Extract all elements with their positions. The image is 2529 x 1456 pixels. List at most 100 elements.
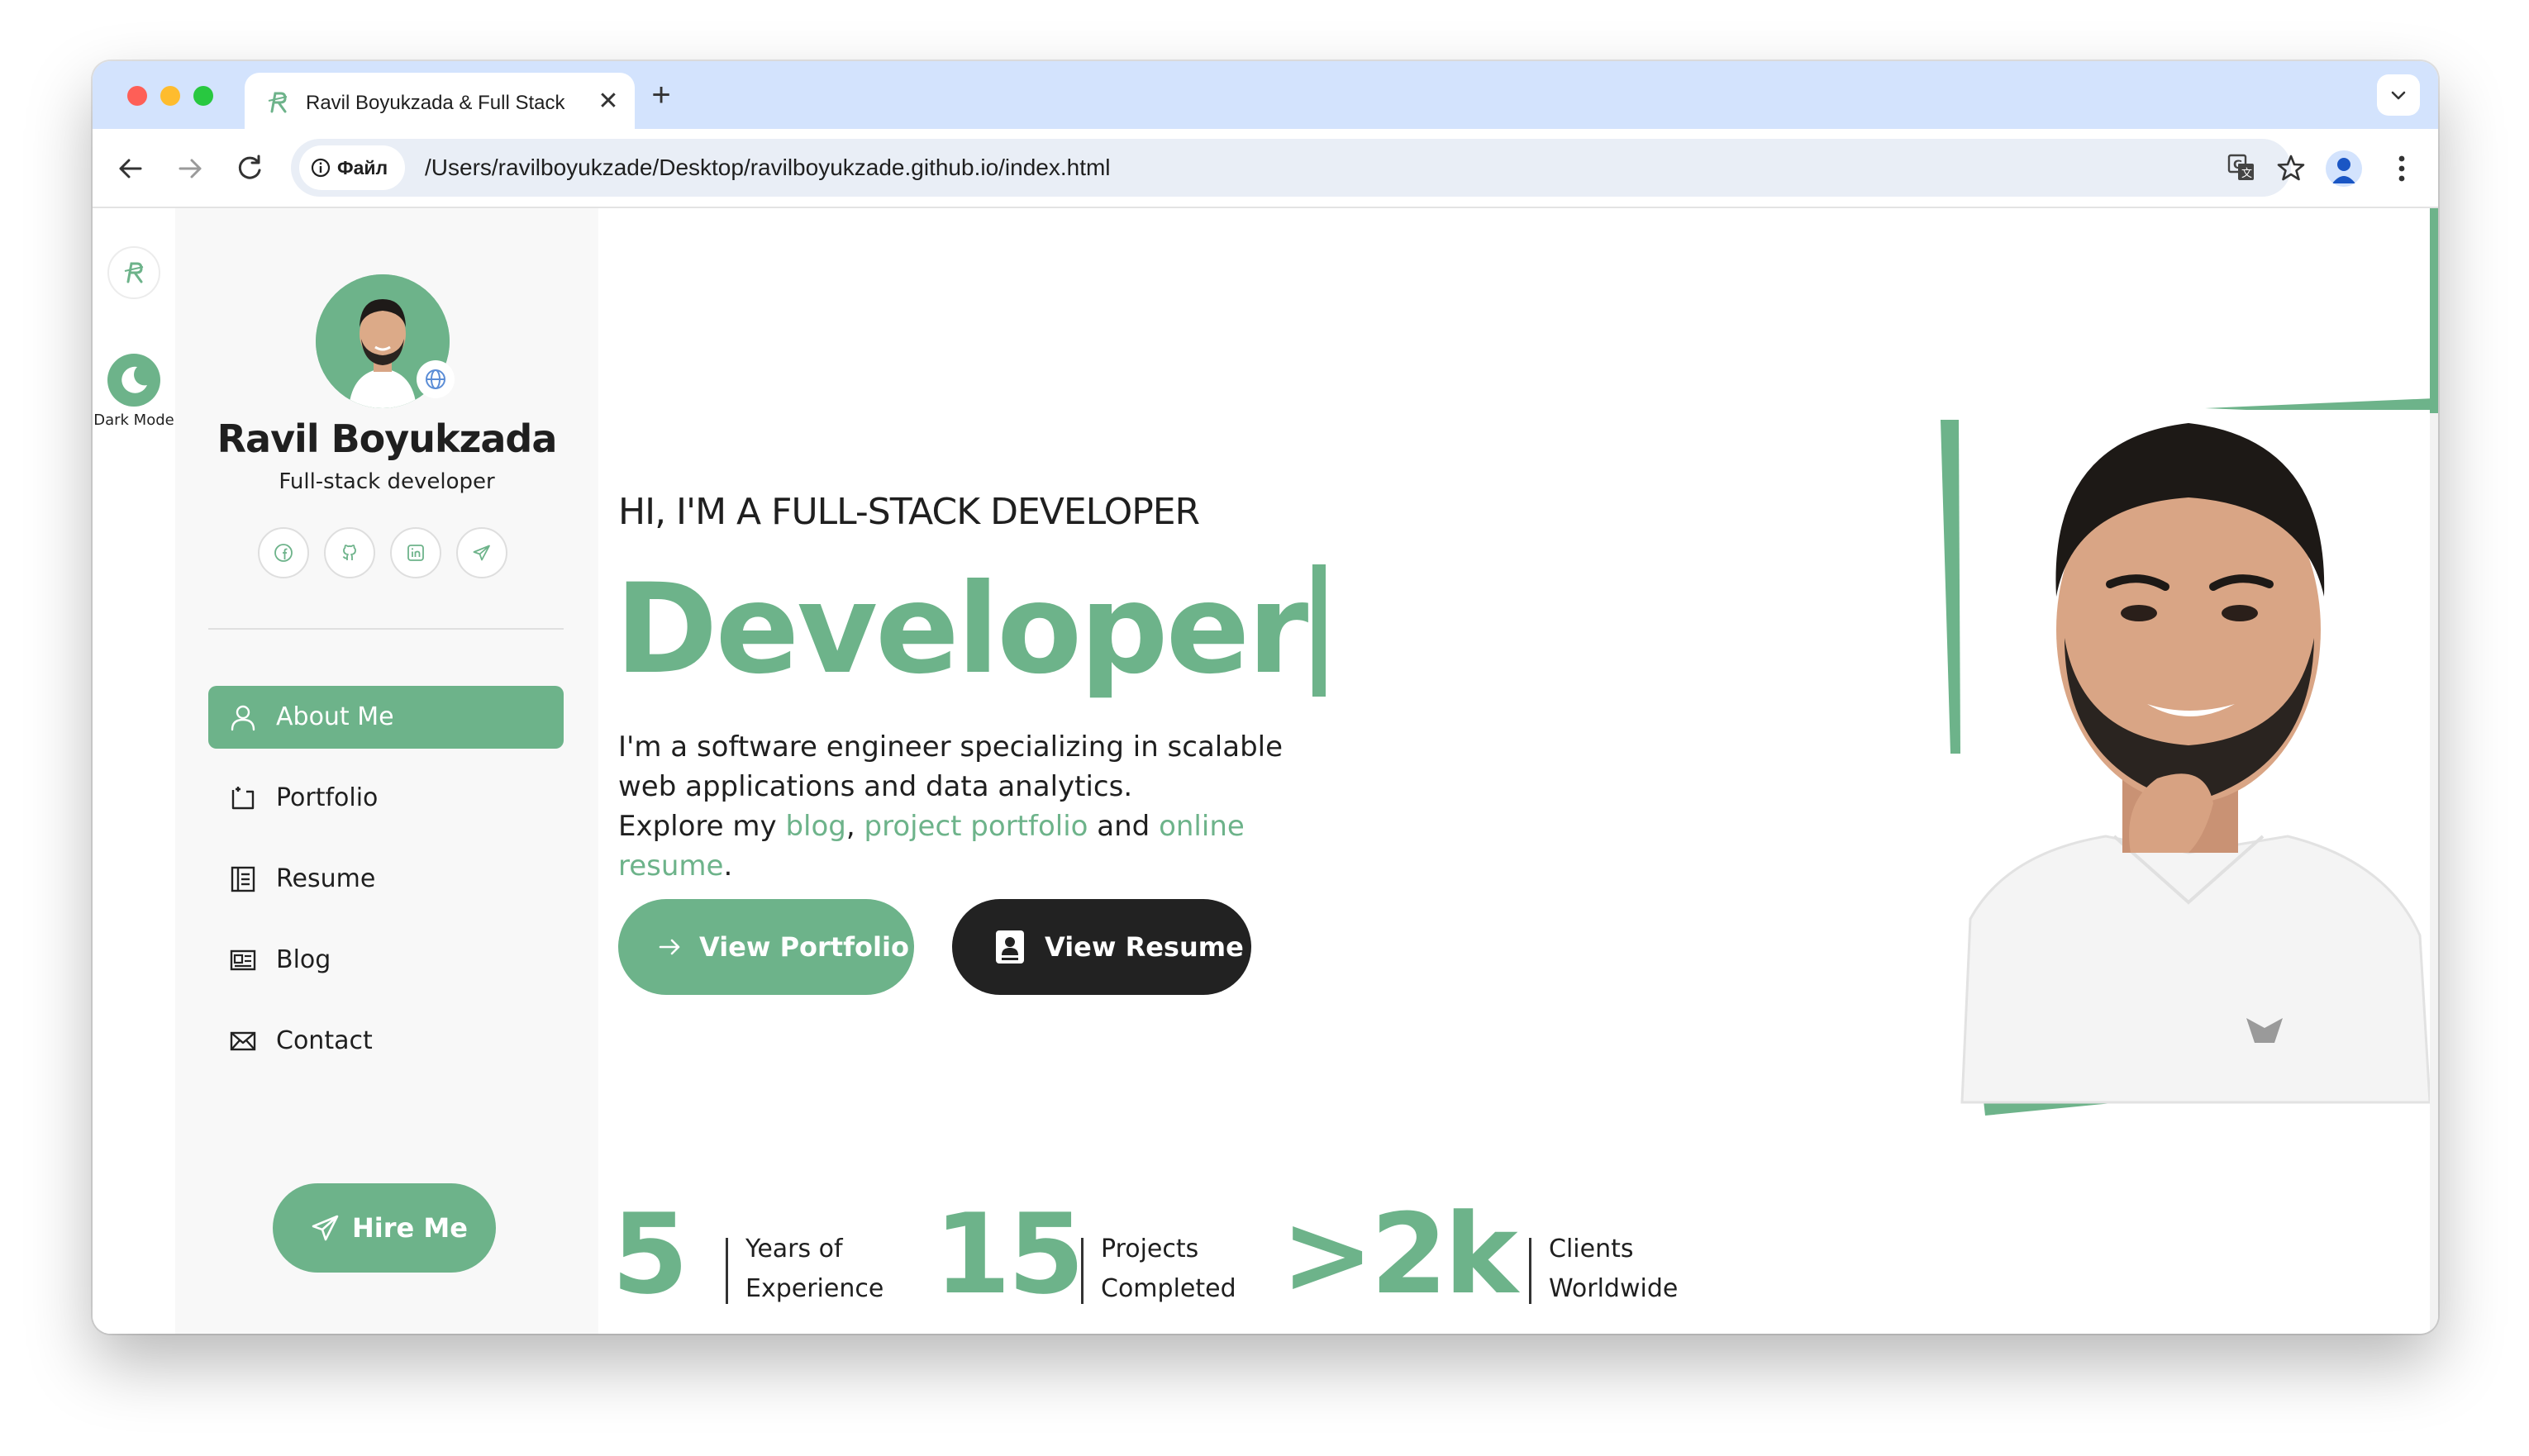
moon-icon [121,366,147,393]
stat-separator [1081,1238,1084,1304]
stat-label-line: Projects [1101,1235,1199,1263]
sidebar: Ravil Boyukzada Full-stack developer Abo… [175,208,598,1334]
sidebar-item-resume[interactable]: Resume [208,848,564,911]
view-portfolio-label: View Portfolio [699,931,909,963]
portfolio-icon [231,787,255,810]
linkedin-button[interactable] [390,527,441,578]
telegram-button[interactable] [456,527,507,578]
dark-mode-toggle[interactable] [107,354,160,407]
site-logo-icon [124,262,144,283]
site-info-chip[interactable]: Файл [299,145,405,190]
arrow-right-icon [659,939,680,955]
stat-separator [726,1238,728,1304]
send-icon [312,1215,339,1241]
profile-avatar-button[interactable] [2326,150,2362,187]
hero-intro-text: I'm a software engineer specializing in … [618,730,1284,803]
sidebar-item-label: Blog [276,945,331,974]
url-text[interactable]: /Users/ravilboyukzade/Desktop/ravilboyuk… [425,154,1111,182]
view-resume-button[interactable]: View Resume [952,899,1251,995]
close-tab-icon[interactable]: ✕ [595,89,622,116]
page-content: Dark Mode Ravil Boyukzada Full-stack dev… [93,208,2438,1334]
stat-label-line: Completed [1101,1274,1236,1303]
sidebar-item-portfolio[interactable]: Portfolio [208,767,564,830]
stat-label-line: Years of [745,1235,843,1263]
profile-name: Ravil Boyukzada [217,416,558,461]
resume-icon [231,866,255,892]
maximize-window-button[interactable] [193,86,213,106]
site-chip-label: Файл [337,157,388,178]
browser-toolbar: Файл /Users/ravilboyukzade/Desktop/ravil… [93,129,2438,208]
reload-icon[interactable] [230,149,269,188]
tab-strip: Ravil Boyukzada & Full Stack ✕ + [93,61,2438,129]
browser-tab[interactable]: Ravil Boyukzada & Full Stack ✕ [245,73,635,129]
stat-clients-value: >2k [1281,1190,1518,1319]
hero-description: I'm a software engineer specializing in … [618,727,1329,886]
user-icon [231,705,255,731]
sidebar-divider [208,628,564,630]
scrollbar-thumb[interactable] [2430,208,2438,413]
stat-clients-label: Clients Worldwide [1549,1230,1678,1309]
sidebar-item-blog[interactable]: Blog [208,929,564,992]
more-menu-icon[interactable] [2384,150,2420,187]
stat-years-label: Years of Experience [745,1230,883,1309]
stat-projects-value: 15 [934,1190,1084,1319]
sidebar-item-label: Portfolio [276,783,379,812]
sidebar-item-contact[interactable]: Contact [208,1010,564,1073]
explore-prefix: Explore my [618,810,777,843]
envelope-icon [230,1031,256,1051]
rail-logo-button[interactable] [107,246,160,299]
hero-section: HI, I'M A FULL-STACK DEVELOPER Developer… [598,208,2438,1334]
address-bar[interactable]: Файл /Users/ravilboyukzade/Desktop/ravil… [291,139,2305,197]
svg-text:文: 文 [2241,168,2252,180]
profile-icon [2332,158,2355,183]
tab-title: Ravil Boyukzada & Full Stack [306,92,565,114]
typing-cursor [1312,564,1326,697]
globe-badge [417,360,455,398]
globe-icon [426,369,445,389]
project-portfolio-link[interactable]: project portfolio [864,810,1088,843]
close-window-button[interactable] [127,86,147,106]
back-arrow-icon[interactable] [111,149,150,188]
left-rail: Dark Mode [93,208,175,1334]
sidebar-item-label: Contact [276,1026,373,1055]
translate-icon[interactable]: G 文 [2227,153,2256,183]
and-word: and [1097,810,1150,843]
view-resume-label: View Resume [1045,931,1244,963]
stat-projects-label: Projects Completed [1101,1230,1236,1309]
hire-me-button[interactable]: Hire Me [273,1183,496,1273]
tab-search-button[interactable] [2377,74,2420,116]
blog-link[interactable]: blog [785,810,845,843]
period: . [723,849,733,883]
sidebar-item-about-me[interactable]: About Me [208,686,564,749]
typed-word: Developer [615,558,1308,702]
facebook-icon [274,544,293,562]
hero-typed-title: Developer [615,555,1326,704]
browser-window: Ravil Boyukzada & Full Stack ✕ + Файл /U… [93,61,2438,1334]
blog-icon [230,949,256,971]
stat-label-line: Clients [1549,1235,1634,1263]
id-badge-icon [996,930,1024,964]
linkedin-icon [407,545,424,561]
bookmark-star-icon[interactable] [2276,153,2306,183]
minimize-window-button[interactable] [160,86,180,106]
sidebar-item-label: Resume [276,864,376,893]
new-tab-button[interactable]: + [648,79,674,112]
info-icon [311,158,331,178]
scrollbar-track[interactable] [2430,208,2438,1334]
forward-arrow-icon[interactable] [170,149,210,188]
view-portfolio-button[interactable]: View Portfolio [618,899,914,995]
dark-mode-label: Dark Mode [93,412,174,429]
sidebar-item-label: About Me [276,702,394,731]
github-icon [342,545,356,560]
stat-years-value: 5 [612,1190,688,1319]
telegram-icon [473,545,490,561]
hire-me-label: Hire Me [352,1212,468,1244]
hero-subtitle: HI, I'M A FULL-STACK DEVELOPER [618,491,1200,533]
hero-portrait-image [1941,398,2435,1116]
comma: , [845,810,855,843]
facebook-button[interactable] [258,527,309,578]
github-button[interactable] [324,527,375,578]
stat-separator [1529,1238,1531,1304]
profile-role: Full-stack developer [279,469,495,494]
site-logo-icon [268,92,288,113]
